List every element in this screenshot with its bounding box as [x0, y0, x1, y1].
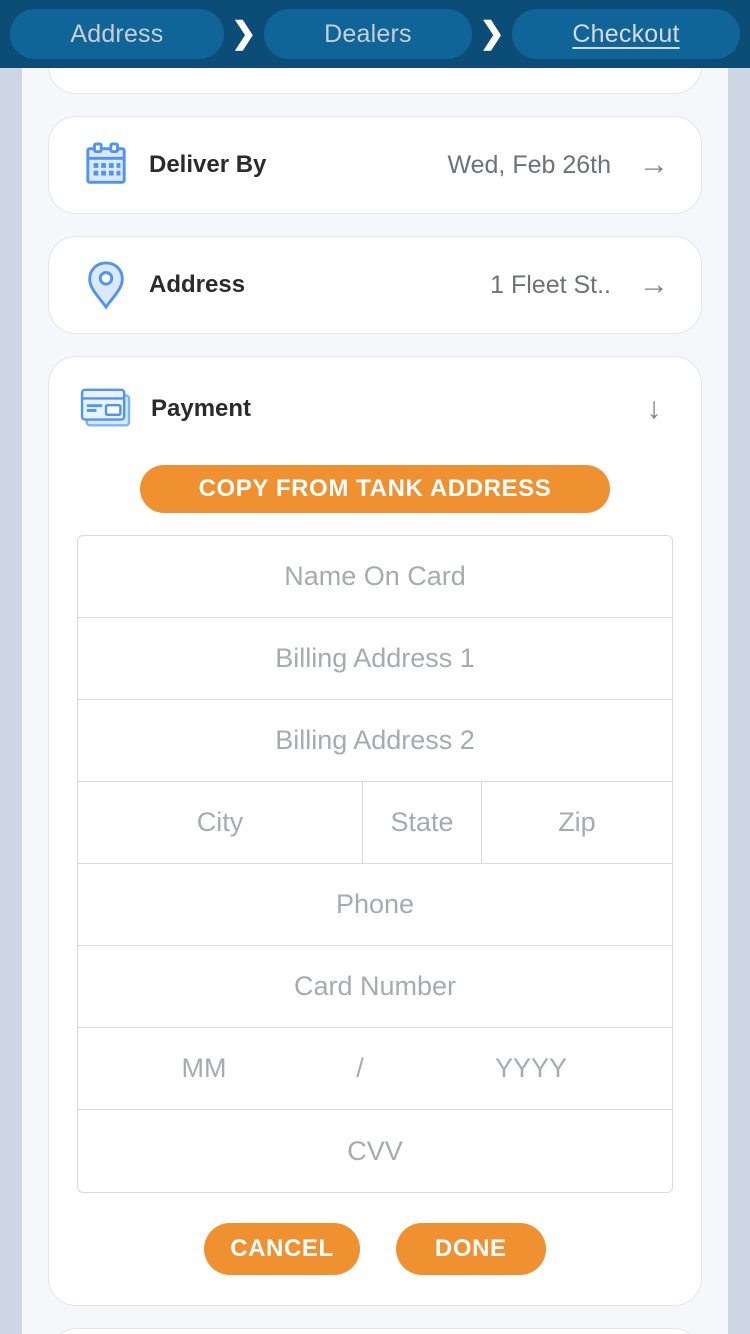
breadcrumb-step-checkout-label: Checkout	[572, 19, 680, 48]
breadcrumb-step-dealers-label: Dealers	[324, 19, 412, 48]
state-input[interactable]	[363, 782, 481, 863]
checkout-screen: Address ❯ Dealers ❯ Checkout Deliver By …	[0, 0, 750, 1334]
expiry-separator: /	[356, 1053, 364, 1083]
expiry-row: /	[78, 1028, 672, 1110]
phone-input[interactable]	[78, 864, 672, 945]
arrow-right-icon-deliver-by[interactable]: →	[637, 150, 671, 180]
state-cell	[363, 782, 482, 863]
arrow-right-icon-address[interactable]: →	[637, 270, 671, 300]
content-scroll-area[interactable]: Deliver By Wed, Feb 26th → Address 1 Fle…	[22, 68, 728, 1334]
map-pin-icon	[75, 260, 137, 310]
card-above-partial[interactable]	[48, 68, 702, 94]
chevron-right-icon-1: ❯	[231, 17, 257, 50]
billing-address-1-input[interactable]	[78, 618, 672, 699]
cvv-input[interactable]	[78, 1110, 672, 1192]
expiry-year-input[interactable]	[390, 1028, 672, 1109]
breadcrumb-step-address-label: Address	[70, 19, 164, 48]
payment-actions: CANCEL DONE	[49, 1223, 701, 1275]
card-number-row	[78, 946, 672, 1028]
copy-from-tank-address-button[interactable]: COPY FROM TANK ADDRESS	[140, 465, 610, 513]
arrow-down-icon-payment[interactable]: ↓	[637, 394, 671, 424]
credit-card-icon	[75, 386, 137, 432]
payment-label: Payment	[151, 395, 252, 422]
deliver-by-value: Wed, Feb 26th	[447, 150, 611, 179]
payment-header[interactable]: Payment ↓	[49, 357, 701, 461]
card-number-input[interactable]	[78, 946, 672, 1027]
city-input[interactable]	[78, 782, 363, 863]
breadcrumb: Address ❯ Dealers ❯ Checkout	[0, 0, 750, 68]
billing-address-1-row	[78, 618, 672, 700]
phone-row	[78, 864, 672, 946]
payment-card: Payment ↓ COPY FROM TANK ADDRESS Name On…	[48, 356, 702, 1306]
deliver-by-label: Deliver By	[149, 151, 267, 178]
calendar-icon	[75, 142, 137, 188]
breadcrumb-step-address[interactable]: Address	[10, 9, 224, 59]
cancel-button[interactable]: CANCEL	[204, 1223, 360, 1275]
address-label: Address	[149, 271, 246, 298]
chevron-right-icon-2: ❯	[479, 17, 505, 50]
zip-input[interactable]	[481, 782, 672, 863]
billing-address-2-row	[78, 700, 672, 782]
address-card[interactable]: Address 1 Fleet St.. →	[48, 236, 702, 334]
city-state-zip-row	[78, 782, 672, 864]
breadcrumb-step-dealers[interactable]: Dealers	[263, 9, 473, 59]
deliver-by-row[interactable]: Deliver By Wed, Feb 26th →	[49, 117, 701, 213]
cvv-row	[78, 1110, 672, 1192]
zip-cell	[481, 782, 672, 863]
card-below-partial[interactable]	[48, 1328, 702, 1334]
name-on-card-row	[78, 536, 672, 618]
address-value: 1 Fleet St..	[490, 270, 611, 299]
expiry-month-input[interactable]	[78, 1028, 330, 1109]
billing-address-2-input[interactable]	[78, 700, 672, 781]
address-row[interactable]: Address 1 Fleet St.. →	[49, 237, 701, 333]
name-on-card-input[interactable]	[78, 536, 672, 617]
done-button[interactable]: DONE	[395, 1223, 546, 1275]
payment-form: /	[77, 535, 673, 1193]
city-cell	[78, 782, 364, 863]
breadcrumb-step-checkout[interactable]: Checkout	[512, 9, 740, 59]
deliver-by-card[interactable]: Deliver By Wed, Feb 26th →	[48, 116, 702, 214]
